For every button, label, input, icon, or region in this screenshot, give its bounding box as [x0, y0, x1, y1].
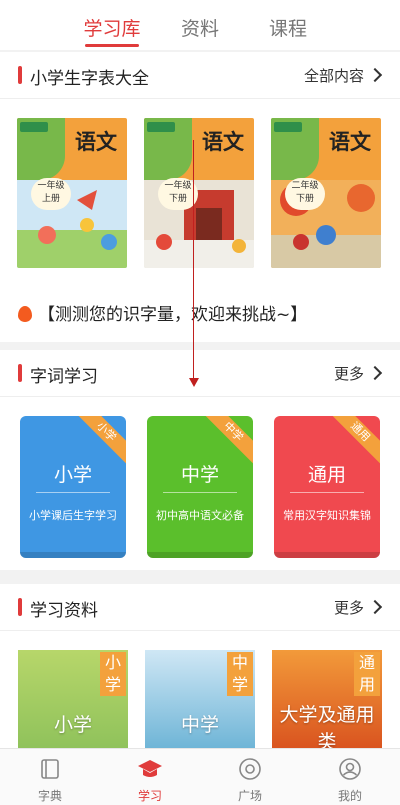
- more-link[interactable]: 更多: [333, 363, 383, 384]
- tab-materials[interactable]: 资料: [160, 14, 240, 41]
- nav-profile[interactable]: 我的: [300, 749, 400, 805]
- nav-label: 广场: [237, 789, 262, 803]
- materials-general[interactable]: 通用 大学及通用类: [272, 650, 382, 750]
- grade-label: 一年级 上册: [31, 178, 71, 210]
- nav-label: 字典: [37, 789, 62, 803]
- publisher-badge: [147, 122, 175, 132]
- grade-label: 一年级 下册: [158, 178, 198, 210]
- card-middle-school[interactable]: 中学 中学 初中高中语文必备: [147, 416, 253, 558]
- card-description: 常用汉字知识集锦: [283, 509, 371, 522]
- nav-study[interactable]: 学习: [100, 749, 200, 805]
- section-header: 小学生字表大全 全部内容: [0, 52, 400, 98]
- book-grade2-vol2[interactable]: 语文 二年级 下册: [271, 118, 381, 268]
- flame-icon: [18, 306, 32, 322]
- divider: [0, 396, 400, 397]
- card-title: 通用: [307, 464, 346, 486]
- corner-ribbon: 中学: [199, 416, 253, 466]
- book-icon: [41, 759, 59, 779]
- all-content-link[interactable]: 全部内容: [303, 65, 383, 86]
- annotation-arrow-line: [193, 140, 194, 380]
- book-grade1-vol2[interactable]: 语文 一年级 下册: [144, 118, 254, 268]
- book-grade1-vol1[interactable]: 语文 一年级 上册: [17, 118, 127, 268]
- tab-study-library[interactable]: 学习库: [72, 14, 152, 41]
- divider: [0, 98, 400, 99]
- card-primary-school[interactable]: 小学 小学 小学课后生字学习: [20, 416, 126, 558]
- material-title: 小学: [53, 714, 92, 736]
- nav-label: 学习: [137, 789, 162, 803]
- material-tag: 小学: [100, 652, 126, 696]
- tab-courses[interactable]: 课程: [248, 14, 328, 41]
- book-title: 语文: [75, 129, 117, 154]
- section-header: 学习资料 更多: [0, 584, 400, 630]
- chevron-right-icon: [367, 599, 383, 615]
- active-tab-indicator: [85, 44, 139, 47]
- literacy-challenge-banner[interactable]: 【测测您的识字量，欢迎来挑战~】: [18, 300, 307, 325]
- user-icon: [339, 758, 361, 780]
- book-title: 语文: [202, 129, 244, 154]
- section-accent-bar: [18, 364, 22, 382]
- chevron-right-icon: [367, 67, 383, 83]
- corner-ribbon: 通用: [326, 416, 380, 466]
- card-title: 小学: [53, 464, 92, 486]
- publisher-badge: [20, 122, 48, 132]
- grade-label: 二年级 下册: [285, 178, 325, 210]
- divider: [0, 630, 400, 631]
- book-title: 语文: [329, 129, 371, 154]
- materials-primary[interactable]: 小学 小学: [18, 650, 128, 750]
- all-content-label: 全部内容: [303, 67, 364, 85]
- more-label: 更多: [333, 599, 364, 617]
- section-accent-bar: [18, 598, 22, 616]
- publisher-badge: [274, 122, 302, 132]
- material-tag: 中学: [227, 652, 253, 696]
- material-title: 大学及通用类: [279, 704, 375, 750]
- target-icon: [239, 758, 261, 780]
- materials-middle[interactable]: 中学 中学: [145, 650, 255, 750]
- material-title: 中学: [180, 714, 219, 736]
- card-title: 中学: [180, 464, 219, 486]
- annotation-arrow-head: [189, 378, 199, 387]
- nav-label: 我的: [337, 789, 362, 803]
- section-title: 小学生字表大全: [30, 69, 149, 89]
- section-title: 学习资料: [30, 601, 98, 621]
- section-accent-bar: [18, 66, 22, 84]
- bottom-navigation: 字典 学习 广场 我的: [0, 748, 400, 805]
- top-tab-bar: 学习库 资料 课程: [0, 0, 400, 50]
- challenge-text: 【测测您的识字量，欢迎来挑战~】: [38, 305, 308, 325]
- nav-square[interactable]: 广场: [200, 749, 300, 805]
- section-header: 字词学习 更多: [0, 350, 400, 396]
- section-title: 字词学习: [30, 367, 98, 387]
- nav-dictionary[interactable]: 字典: [0, 749, 100, 805]
- card-description: 小学课后生字学习: [29, 509, 117, 522]
- card-description: 初中高中语文必备: [156, 509, 244, 522]
- material-tag: 通用: [354, 652, 380, 696]
- more-link[interactable]: 更多: [333, 597, 383, 618]
- chevron-right-icon: [367, 365, 383, 381]
- more-label: 更多: [333, 365, 364, 383]
- card-general[interactable]: 通用 通用 常用汉字知识集锦: [274, 416, 380, 558]
- graduation-cap-icon: [138, 760, 162, 777]
- corner-ribbon: 小学: [72, 416, 126, 466]
